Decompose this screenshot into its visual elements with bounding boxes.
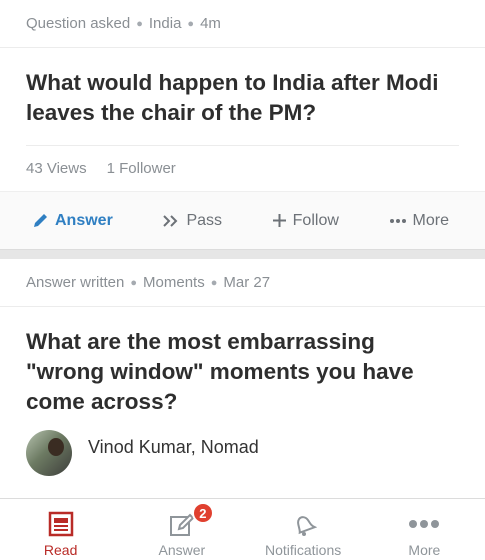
- meta-age: Mar 27: [223, 274, 271, 291]
- meta-separator: ●: [210, 276, 218, 289]
- tab-notifications[interactable]: Notifications: [243, 499, 364, 560]
- question-card: Question asked ● India ● 4m What would h…: [0, 0, 485, 249]
- tab-answer-label: Answer: [158, 542, 206, 558]
- pencil-icon: [34, 214, 47, 227]
- question-actions: Answer Pass Follow More: [0, 191, 485, 249]
- question-stats: 43 Views 1 Follower: [26, 145, 459, 191]
- author-row[interactable]: Vinod Kumar, Nomad: [0, 416, 485, 476]
- bell-icon: [297, 516, 318, 536]
- question-title[interactable]: What would happen to India after Modi le…: [0, 48, 485, 145]
- follow-button[interactable]: Follow: [272, 212, 339, 230]
- tab-read[interactable]: Read: [0, 499, 121, 560]
- feed-divider: [0, 249, 485, 259]
- tab-more[interactable]: More: [364, 499, 485, 560]
- answer-button[interactable]: Answer: [32, 212, 113, 230]
- followers-count[interactable]: 1 Follower: [107, 160, 176, 177]
- tab-read-label: Read: [43, 542, 78, 558]
- meta-separator: ●: [130, 276, 138, 289]
- meta-age: 4m: [200, 15, 221, 32]
- meta-separator: ●: [136, 17, 143, 30]
- author-name[interactable]: Vinod Kumar, Nomad: [88, 437, 259, 458]
- tab-answer[interactable]: 2 Answer: [121, 499, 242, 560]
- notification-badge: 2: [191, 502, 214, 524]
- more-label: More: [412, 211, 449, 229]
- plus-icon: [272, 214, 286, 227]
- follow-label: Follow: [292, 211, 339, 229]
- more-button[interactable]: More: [389, 212, 449, 230]
- ellipsis-icon: [409, 520, 440, 528]
- tab-more-label: More: [408, 542, 441, 558]
- meta-kind: Answer written: [26, 274, 125, 291]
- tab-notifications-label: Notifications: [264, 542, 342, 558]
- answer-card: Answer written ● Moments ● Mar 27 What a…: [0, 259, 485, 476]
- answer-label: Answer: [55, 211, 113, 229]
- double-chevron-icon: [163, 214, 178, 227]
- meta-topic[interactable]: Moments: [143, 274, 205, 291]
- meta-topic[interactable]: India: [149, 15, 182, 32]
- pass-button[interactable]: Pass: [162, 212, 222, 230]
- answer-question-title[interactable]: What are the most embarrassing "wrong wi…: [0, 307, 485, 416]
- question-meta: Question asked ● India ● 4m: [0, 0, 485, 48]
- answer-meta: Answer written ● Moments ● Mar 27: [0, 259, 485, 307]
- avatar[interactable]: [26, 430, 72, 476]
- bottom-tab-bar: Read 2 Answer Notifications More: [0, 498, 485, 560]
- pass-label: Pass: [186, 211, 223, 229]
- newspaper-icon: [48, 511, 73, 537]
- meta-separator: ●: [187, 17, 195, 30]
- meta-kind: Question asked: [26, 15, 131, 32]
- views-count: 43 Views: [26, 160, 87, 177]
- ellipsis-icon: [389, 218, 406, 223]
